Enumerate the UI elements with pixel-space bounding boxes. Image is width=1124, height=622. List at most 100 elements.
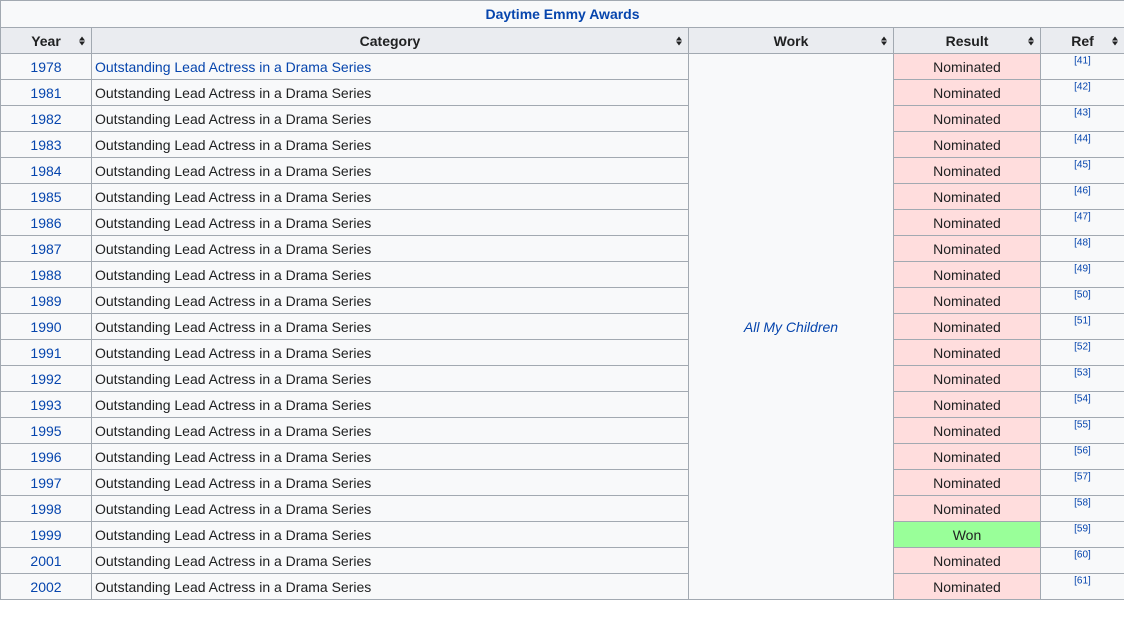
sort-icon[interactable] [79, 36, 85, 45]
ref-cell: [59] [1040, 521, 1124, 548]
year-link[interactable]: 1999 [0, 521, 92, 548]
table-body: 1978 Outstanding Lead Actress in a Drama … [0, 53, 1124, 600]
year-link[interactable]: 1989 [0, 287, 92, 314]
category-cell: Outstanding Lead Actress in a Drama Seri… [91, 287, 689, 314]
category-cell: Outstanding Lead Actress in a Drama Seri… [91, 443, 689, 470]
result-nominated-cell: Nominated [893, 209, 1041, 236]
year-link[interactable]: 1987 [0, 235, 92, 262]
ref-link[interactable]: [52] [1074, 341, 1091, 352]
year-link[interactable]: 1991 [0, 339, 92, 366]
ref-link[interactable]: [43] [1074, 107, 1091, 118]
year-link[interactable]: 1988 [0, 261, 92, 288]
result-nominated-cell: Nominated [893, 287, 1041, 314]
ref-cell: [52] [1040, 339, 1124, 366]
sort-icon[interactable] [881, 36, 887, 45]
ref-link[interactable]: [41] [1074, 55, 1091, 66]
table-row: 1992 Outstanding Lead Actress in a Drama … [0, 365, 1124, 392]
category-cell: Outstanding Lead Actress in a Drama Seri… [91, 131, 689, 158]
ref-cell: [45] [1040, 157, 1124, 184]
header-year-label: Year [31, 32, 61, 49]
year-link[interactable]: 1995 [0, 417, 92, 444]
ref-link[interactable]: [54] [1074, 393, 1091, 404]
ref-cell: [61] [1040, 573, 1124, 600]
table-row: 1990 Outstanding Lead Actress in a Drama … [0, 313, 1124, 340]
ref-link[interactable]: [56] [1074, 445, 1091, 456]
result-nominated-cell: Nominated [893, 235, 1041, 262]
category-link[interactable]: Outstanding Lead Actress in a Drama Seri… [91, 53, 689, 80]
table-row: 1978 Outstanding Lead Actress in a Drama … [0, 53, 1124, 600]
ref-cell: [47] [1040, 209, 1124, 236]
ref-link[interactable]: [45] [1074, 159, 1091, 170]
ref-cell: [60] [1040, 547, 1124, 574]
year-link[interactable]: 1992 [0, 365, 92, 392]
header-ref[interactable]: Ref [1040, 27, 1124, 54]
ref-link[interactable]: [55] [1074, 419, 1091, 430]
table-row: 2001 Outstanding Lead Actress in a Drama … [0, 547, 1124, 574]
year-link[interactable]: 1997 [0, 469, 92, 496]
ref-cell: [48] [1040, 235, 1124, 262]
result-nominated-cell: Nominated [893, 157, 1041, 184]
table-row: 1989 Outstanding Lead Actress in a Drama … [0, 287, 1124, 314]
ref-link[interactable]: [48] [1074, 237, 1091, 248]
year-link[interactable]: 1985 [0, 183, 92, 210]
category-cell: Outstanding Lead Actress in a Drama Seri… [91, 469, 689, 496]
ref-link[interactable]: [49] [1074, 263, 1091, 274]
header-result[interactable]: Result [893, 27, 1041, 54]
ref-link[interactable]: [59] [1074, 523, 1091, 534]
result-nominated-cell: Nominated [893, 443, 1041, 470]
sort-icon[interactable] [1028, 36, 1034, 45]
awards-table: Daytime Emmy Awards Year Category Work R… [0, 0, 1124, 600]
ref-link[interactable]: [57] [1074, 471, 1091, 482]
ref-cell: [44] [1040, 131, 1124, 158]
table-row: 1982 Outstanding Lead Actress in a Drama … [0, 105, 1124, 132]
ref-link[interactable]: [53] [1074, 367, 1091, 378]
table-row: 1983 Outstanding Lead Actress in a Drama … [0, 131, 1124, 158]
table-row: 1995 Outstanding Lead Actress in a Drama … [0, 417, 1124, 444]
result-nominated-cell: Nominated [893, 339, 1041, 366]
sort-icon[interactable] [1112, 36, 1118, 45]
year-link[interactable]: 2001 [0, 547, 92, 574]
table-row: 1996 Outstanding Lead Actress in a Drama … [0, 443, 1124, 470]
year-link[interactable]: 1982 [0, 105, 92, 132]
work-link[interactable]: All My Children [688, 53, 894, 600]
table-row: 1997 Outstanding Lead Actress in a Drama … [0, 469, 1124, 496]
table-row: 1998 Outstanding Lead Actress in a Drama … [0, 495, 1124, 522]
ref-link[interactable]: [42] [1074, 81, 1091, 92]
result-nominated-cell: Nominated [893, 183, 1041, 210]
ref-link[interactable]: [61] [1074, 575, 1091, 586]
year-link[interactable]: 2002 [0, 573, 92, 600]
year-link[interactable]: 1984 [0, 157, 92, 184]
header-row: Year Category Work Result Ref [0, 27, 1124, 54]
ref-link[interactable]: [44] [1074, 133, 1091, 144]
ref-cell: [56] [1040, 443, 1124, 470]
year-link[interactable]: 1998 [0, 495, 92, 522]
header-category[interactable]: Category [91, 27, 689, 54]
category-cell: Outstanding Lead Actress in a Drama Seri… [91, 261, 689, 288]
year-link[interactable]: 1996 [0, 443, 92, 470]
year-link[interactable]: 1978 [0, 53, 92, 80]
year-link[interactable]: 1993 [0, 391, 92, 418]
ref-cell: [57] [1040, 469, 1124, 496]
ref-cell: [50] [1040, 287, 1124, 314]
result-won-cell: Won [893, 521, 1041, 548]
ref-link[interactable]: [51] [1074, 315, 1091, 326]
category-cell: Outstanding Lead Actress in a Drama Seri… [91, 157, 689, 184]
table-row: 1987 Outstanding Lead Actress in a Drama … [0, 235, 1124, 262]
ref-link[interactable]: [60] [1074, 549, 1091, 560]
ref-link[interactable]: [50] [1074, 289, 1091, 300]
result-nominated-cell: Nominated [893, 495, 1041, 522]
ref-link[interactable]: [47] [1074, 211, 1091, 222]
header-year[interactable]: Year [0, 27, 92, 54]
sort-icon[interactable] [676, 36, 682, 45]
year-link[interactable]: 1981 [0, 79, 92, 106]
header-category-label: Category [359, 32, 421, 49]
header-work[interactable]: Work [688, 27, 894, 54]
year-link[interactable]: 1990 [0, 313, 92, 340]
ref-link[interactable]: [46] [1074, 185, 1091, 196]
year-link[interactable]: 1986 [0, 209, 92, 236]
ref-cell: [43] [1040, 105, 1124, 132]
year-link[interactable]: 1983 [0, 131, 92, 158]
ref-link[interactable]: [58] [1074, 497, 1091, 508]
result-nominated-cell: Nominated [893, 313, 1041, 340]
table-caption[interactable]: Daytime Emmy Awards [0, 0, 1124, 27]
